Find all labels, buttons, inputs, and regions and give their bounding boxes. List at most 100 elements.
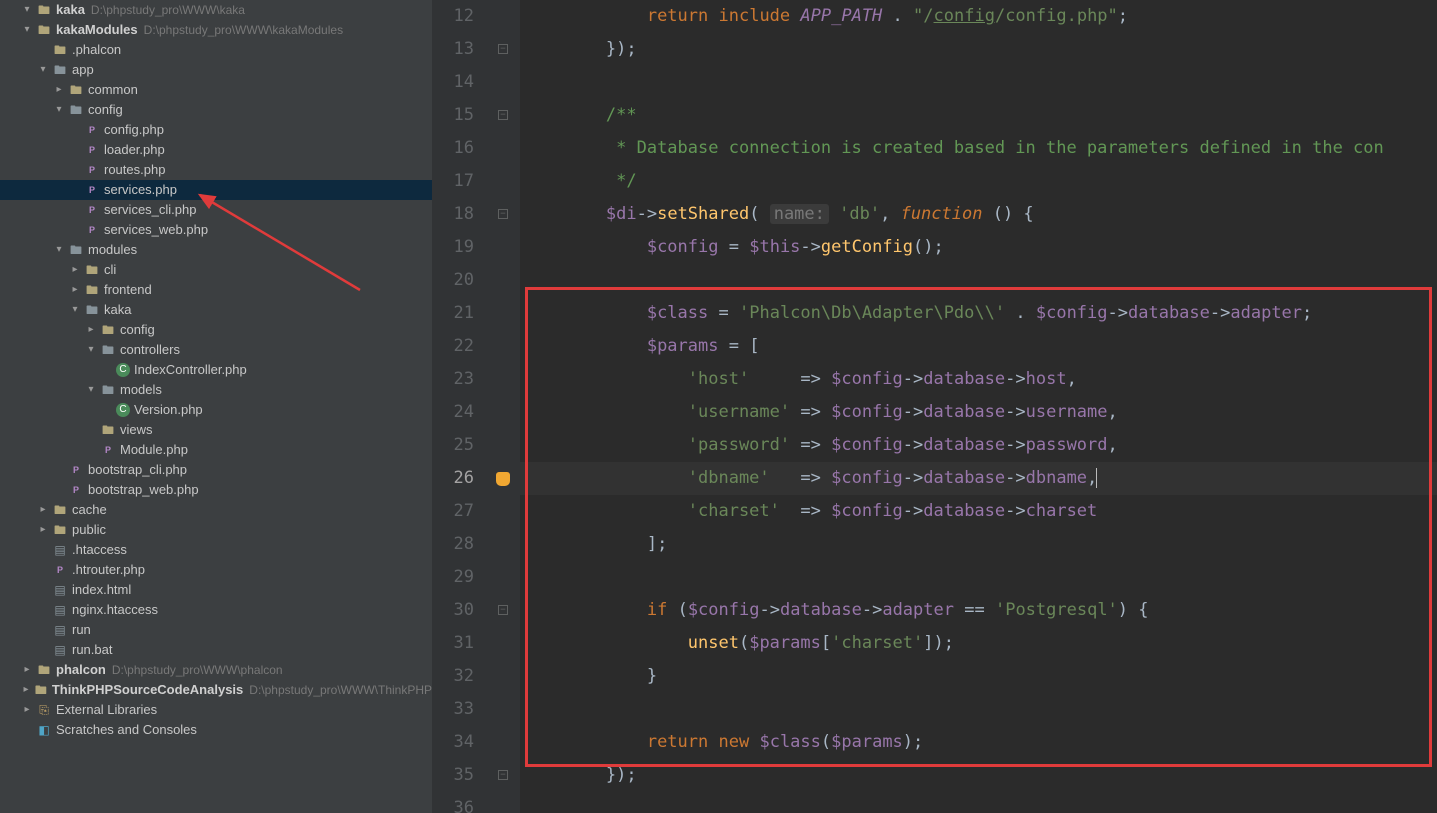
code-line[interactable]: 'password' => $config->database->passwor… xyxy=(520,429,1437,462)
tree-item-version-php[interactable]: CVersion.php xyxy=(0,400,432,420)
code-line[interactable] xyxy=(520,561,1437,594)
code-line[interactable]: return new $class($params); xyxy=(520,726,1437,759)
tree-item-indexcontroller-php[interactable]: CIndexController.php xyxy=(0,360,432,380)
chevron-down-icon[interactable]: ▾ xyxy=(52,243,66,257)
tree-item-nginx-htaccess[interactable]: ▤nginx.htaccess xyxy=(0,600,432,620)
tree-item-routes-php[interactable]: Proutes.php xyxy=(0,160,432,180)
fold-toggle-icon[interactable]: − xyxy=(498,110,508,120)
tree-item-kaka[interactable]: ▾🖿kaka xyxy=(0,300,432,320)
tree-item-app[interactable]: ▾🖿app xyxy=(0,60,432,80)
code-line[interactable]: $config = $this->getConfig(); xyxy=(520,231,1437,264)
chevron-right-icon[interactable]: ▸ xyxy=(20,703,34,717)
tree-item-config[interactable]: ▸🖿config xyxy=(0,320,432,340)
code-editor[interactable]: 1213141516171819202122232425262728293031… xyxy=(432,0,1437,813)
tree-item-cache[interactable]: ▸🖿cache xyxy=(0,500,432,520)
tree-item-label: loader.php xyxy=(104,140,165,160)
chevron-right-icon[interactable]: ▸ xyxy=(84,323,98,337)
line-number: 16 xyxy=(432,132,474,165)
tree-item-loader-php[interactable]: Ploader.php xyxy=(0,140,432,160)
code-line[interactable] xyxy=(520,66,1437,99)
token-var: $params xyxy=(647,336,719,356)
chevron-right-icon[interactable]: ▸ xyxy=(68,283,82,297)
code-line[interactable]: }); xyxy=(520,33,1437,66)
code-line[interactable]: unset($params['charset']); xyxy=(520,627,1437,660)
code-line[interactable]: /** xyxy=(520,99,1437,132)
tree-item-run-bat[interactable]: ▤run.bat xyxy=(0,640,432,660)
code-line[interactable]: * Database connection is created based i… xyxy=(520,132,1437,165)
chevron-down-icon[interactable]: ▾ xyxy=(68,303,82,317)
chevron-right-icon[interactable]: ▸ xyxy=(52,83,66,97)
code-line[interactable]: ]; xyxy=(520,528,1437,561)
tree-item-index-html[interactable]: ▤index.html xyxy=(0,580,432,600)
tree-item-services-php[interactable]: Pservices.php xyxy=(0,180,432,200)
php-icon: P xyxy=(84,142,100,158)
chevron-down-icon[interactable]: ▾ xyxy=(36,63,50,77)
chevron-right-icon[interactable]: ▸ xyxy=(20,683,32,697)
tree-item-config-php[interactable]: Pconfig.php xyxy=(0,120,432,140)
tree-item-cli[interactable]: ▸🖿cli xyxy=(0,260,432,280)
tree-item--phalcon[interactable]: 🖿.phalcon xyxy=(0,40,432,60)
token-op: => xyxy=(800,435,820,455)
tree-item-bootstrap-web-php[interactable]: Pbootstrap_web.php xyxy=(0,480,432,500)
fold-toggle-icon[interactable]: − xyxy=(498,770,508,780)
folder-open-icon: 🖿 xyxy=(52,62,68,78)
code-line[interactable] xyxy=(520,693,1437,726)
code-line[interactable]: } xyxy=(520,660,1437,693)
code-line[interactable]: $params = [ xyxy=(520,330,1437,363)
chevron-down-icon[interactable]: ▾ xyxy=(20,23,34,37)
tree-item-kakamodules[interactable]: ▾🖿kakaModulesD:\phpstudy_pro\WWW\kakaMod… xyxy=(0,20,432,40)
code-line[interactable]: 'username' => $config->database->usernam… xyxy=(520,396,1437,429)
tree-item-services-cli-php[interactable]: Pservices_cli.php xyxy=(0,200,432,220)
fold-toggle-icon[interactable]: − xyxy=(498,605,508,615)
code-line[interactable]: $class = 'Phalcon\Db\Adapter\Pdo\\' . $c… xyxy=(520,297,1437,330)
tree-item-frontend[interactable]: ▸🖿frontend xyxy=(0,280,432,300)
tree-item--htaccess[interactable]: ▤.htaccess xyxy=(0,540,432,560)
tree-item-module-php[interactable]: PModule.php xyxy=(0,440,432,460)
tree-item--htrouter-php[interactable]: P.htrouter.php xyxy=(0,560,432,580)
code-line[interactable] xyxy=(520,792,1437,813)
tree-item-label: routes.php xyxy=(104,160,165,180)
code-line[interactable]: if ($config->database->adapter == 'Postg… xyxy=(520,594,1437,627)
chevron-down-icon[interactable]: ▾ xyxy=(84,383,98,397)
tree-item-run[interactable]: ▤run xyxy=(0,620,432,640)
code-line[interactable]: return include APP_PATH . "/config/confi… xyxy=(520,0,1437,33)
tree-item-services-web-php[interactable]: Pservices_web.php xyxy=(0,220,432,240)
intention-bulb-icon[interactable] xyxy=(496,472,510,486)
fold-toggle-icon[interactable]: − xyxy=(498,44,508,54)
code-area[interactable]: return include APP_PATH . "/config/confi… xyxy=(520,0,1437,813)
token-op: -> xyxy=(1005,435,1025,455)
tree-item-thinkphpsourcecodeanalysis[interactable]: ▸🖿ThinkPHPSourceCodeAnalysisD:\phpstudy_… xyxy=(0,680,432,700)
tree-item-views[interactable]: 🖿views xyxy=(0,420,432,440)
code-line[interactable]: }); xyxy=(520,759,1437,792)
code-line[interactable]: $di->setShared( name: 'db', function () … xyxy=(520,198,1437,231)
code-line[interactable]: 'dbname' => $config->database->dbname, xyxy=(520,462,1437,495)
tree-item-path: D:\phpstudy_pro\WWW\kakaModules xyxy=(144,20,343,40)
tree-item-models[interactable]: ▾🖿models xyxy=(0,380,432,400)
tree-item-public[interactable]: ▸🖿public xyxy=(0,520,432,540)
tree-item-config[interactable]: ▾🖿config xyxy=(0,100,432,120)
tree-item-controllers[interactable]: ▾🖿controllers xyxy=(0,340,432,360)
tree-item-kaka[interactable]: ▾🖿kakaD:\phpstudy_pro\WWW\kaka xyxy=(0,0,432,20)
token-op: -> xyxy=(903,369,923,389)
chevron-down-icon[interactable]: ▾ xyxy=(84,343,98,357)
fold-toggle-icon[interactable]: − xyxy=(498,209,508,219)
chevron-down-icon[interactable]: ▾ xyxy=(52,103,66,117)
tree-item-external-libraries[interactable]: ▸⎘External Libraries xyxy=(0,700,432,720)
chevron-right-icon[interactable]: ▸ xyxy=(36,523,50,537)
token-var: database xyxy=(923,369,1005,389)
code-line[interactable]: 'charset' => $config->database->charset xyxy=(520,495,1437,528)
token-op: -> xyxy=(903,435,923,455)
file-icon: ▤ xyxy=(52,622,68,638)
tree-item-phalcon[interactable]: ▸🖿phalconD:\phpstudy_pro\WWW\phalcon xyxy=(0,660,432,680)
chevron-right-icon[interactable]: ▸ xyxy=(68,263,82,277)
tree-item-common[interactable]: ▸🖿common xyxy=(0,80,432,100)
code-line[interactable]: */ xyxy=(520,165,1437,198)
chevron-right-icon[interactable]: ▸ xyxy=(20,663,34,677)
code-line[interactable]: 'host' => $config->database->host, xyxy=(520,363,1437,396)
code-line[interactable] xyxy=(520,264,1437,297)
chevron-down-icon[interactable]: ▾ xyxy=(20,3,34,17)
tree-item-scratches-and-consoles[interactable]: ◧Scratches and Consoles xyxy=(0,720,432,740)
tree-item-modules[interactable]: ▾🖿modules xyxy=(0,240,432,260)
chevron-right-icon[interactable]: ▸ xyxy=(36,503,50,517)
tree-item-bootstrap-cli-php[interactable]: Pbootstrap_cli.php xyxy=(0,460,432,480)
